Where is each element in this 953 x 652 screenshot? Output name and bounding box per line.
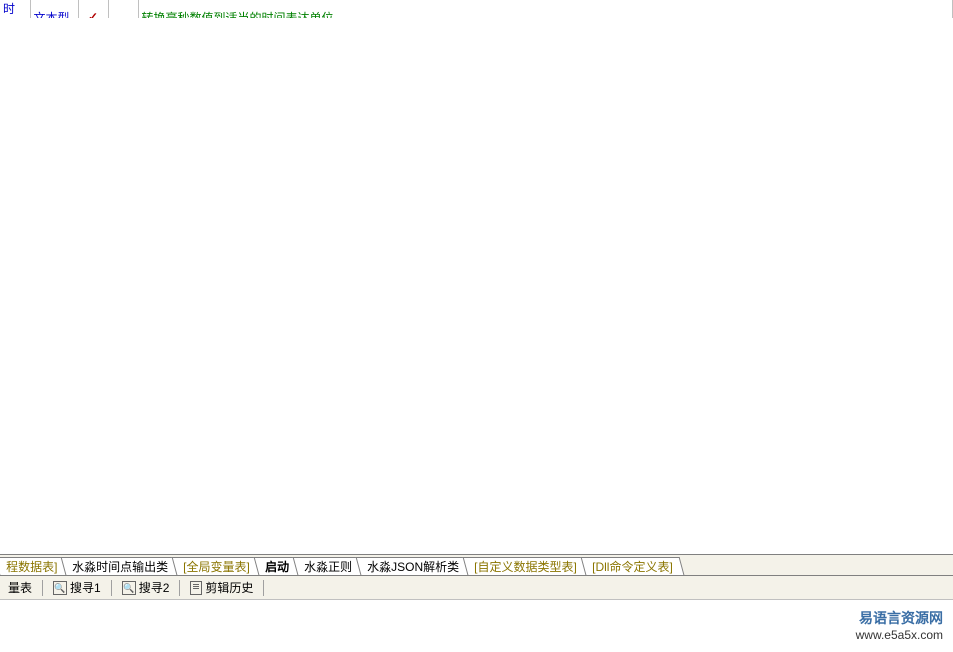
search-icon: 🔍	[53, 581, 67, 595]
watermark-title: 易语言资源网	[856, 608, 943, 628]
tab-time-output[interactable]: 水淼时间点输出类	[61, 557, 180, 575]
document-icon	[190, 581, 202, 595]
bottom-area	[0, 600, 953, 652]
tool-vars-label: 量表	[8, 579, 32, 596]
separator	[179, 580, 180, 596]
separator	[263, 580, 264, 596]
tab-data-table[interactable]: 程数据表]	[0, 557, 69, 575]
tab-dll-commands[interactable]: [Dll命令定义表]	[580, 557, 683, 575]
watermark-url: www.e5a5x.com	[856, 628, 943, 642]
watermark: 易语言资源网 www.e5a5x.com	[856, 608, 943, 642]
tab-json-parser[interactable]: 水淼JSON解析类	[356, 557, 471, 575]
tool-clip-history[interactable]: 剪辑历史	[185, 577, 258, 598]
tool-history-label: 剪辑历史	[205, 579, 253, 596]
tool-search1[interactable]: 🔍 搜寻1	[48, 577, 106, 598]
tool-search2-label: 搜寻2	[139, 579, 170, 596]
tab-regex[interactable]: 水淼正则	[293, 557, 364, 575]
separator	[42, 580, 43, 596]
tool-vars[interactable]: 量表	[3, 577, 37, 598]
separator	[111, 580, 112, 596]
tool-search1-label: 搜寻1	[70, 579, 101, 596]
bottom-toolbar: 量表 🔍 搜寻1 🔍 搜寻2 剪辑历史	[0, 576, 953, 600]
tool-search2[interactable]: 🔍 搜寻2	[117, 577, 175, 598]
search-icon: 🔍	[122, 581, 136, 595]
editor-area[interactable]	[0, 18, 953, 552]
tab-custom-types[interactable]: [自定义数据类型表]	[463, 557, 588, 575]
tabs-bar: 程数据表] 水淼时间点输出类 [全局变量表] 启动 水淼正则 水淼JSON解析类…	[0, 554, 953, 576]
tab-global-vars[interactable]: [全局变量表]	[172, 557, 261, 575]
